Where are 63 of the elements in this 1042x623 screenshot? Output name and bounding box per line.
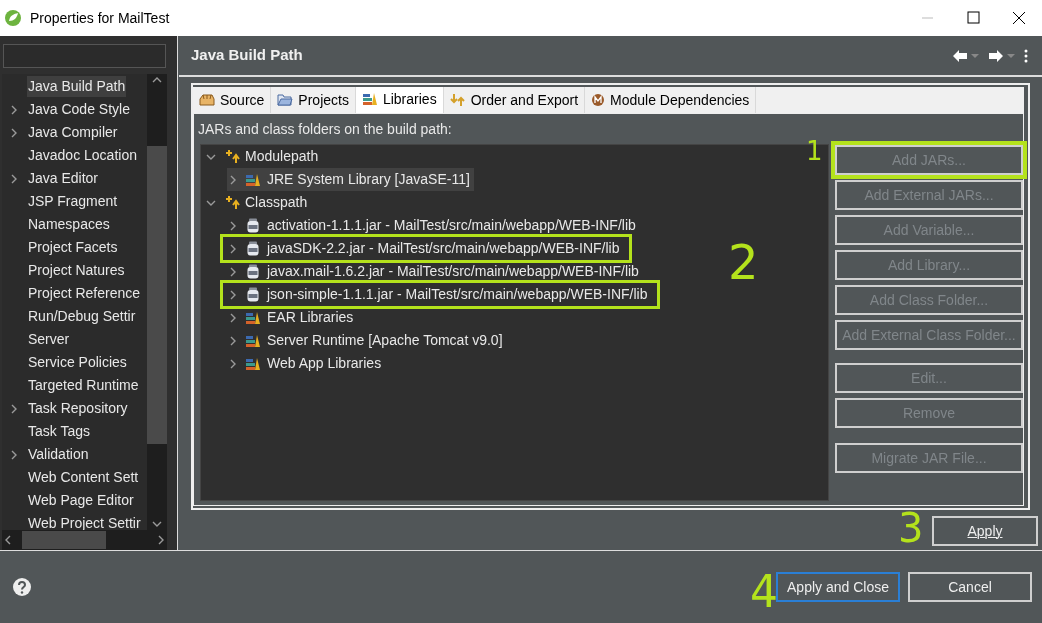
- annotation-number: 4: [750, 570, 778, 614]
- tree-item[interactable]: EAR Libraries: [227, 306, 358, 329]
- books-icon: [245, 356, 261, 371]
- page-title: Java Build Path: [191, 45, 303, 66]
- tree-item[interactable]: Web App Libraries: [227, 352, 386, 375]
- sidebar-item[interactable]: Java Editor: [2, 167, 147, 190]
- window-title: Properties for MailTest: [30, 8, 170, 28]
- sidebar-item[interactable]: Task Repository: [2, 397, 147, 420]
- more-options-icon[interactable]: [1022, 47, 1030, 64]
- back-arrow-icon[interactable]: [952, 48, 968, 63]
- jar-icon: [247, 241, 259, 256]
- sidebar-item[interactable]: Web Project Settir: [2, 512, 147, 530]
- section-caption: JARs and class folders on the build path:: [198, 119, 452, 139]
- books-icon: [245, 172, 261, 187]
- sidebar-item[interactable]: Namespaces: [2, 213, 147, 236]
- folder-icon: [277, 93, 294, 107]
- module-icon: [591, 93, 606, 107]
- sidebar-item[interactable]: Service Policies: [2, 351, 147, 374]
- tree-item[interactable]: javax.mail-1.6.2.jar - MailTest/src/main/webapp/WEB-INF/lib: [227, 260, 643, 283]
- sidebar-item[interactable]: Java Compiler: [2, 121, 147, 144]
- dialog-button[interactable]: Cancel: [908, 572, 1032, 602]
- sidebar-item[interactable]: Server: [2, 328, 147, 351]
- jar-icon: [247, 218, 259, 233]
- classpath-icon: [225, 149, 241, 164]
- sidebar-item[interactable]: Validation: [2, 443, 147, 466]
- annotation-number: 1: [806, 138, 823, 164]
- annotation-number: 3: [898, 508, 924, 548]
- books-icon: [361, 92, 378, 106]
- sidebar-item[interactable]: JSP Fragment: [2, 190, 147, 213]
- forward-arrow-icon[interactable]: [988, 48, 1004, 63]
- jar-icon: [247, 287, 259, 302]
- tree-item[interactable]: javaSDK-2.2.jar - MailTest/src/main/webapp/WEB-INF/lib: [223, 237, 630, 260]
- scrollbar-thumb[interactable]: [147, 146, 167, 444]
- tab[interactable]: Libraries: [355, 87, 444, 113]
- sidebar-item[interactable]: Web Content Sett: [2, 466, 147, 489]
- sidebar-item[interactable]: Java Code Style: [2, 98, 147, 121]
- dialog-button[interactable]: Apply and Close: [776, 572, 900, 602]
- sidebar-item[interactable]: Javadoc Location: [2, 144, 147, 167]
- scrollbar-thumb[interactable]: [22, 531, 106, 549]
- books-icon: [245, 310, 261, 325]
- sidebar-item[interactable]: Task Tags: [2, 420, 147, 443]
- tree-item[interactable]: JRE System Library [JavaSE-11]: [227, 168, 474, 191]
- filter-field[interactable]: [3, 44, 166, 68]
- tree-item[interactable]: Server Runtime [Apache Tomcat v9.0]: [227, 329, 507, 352]
- sidebar-item[interactable]: Run/Debug Settir: [2, 305, 147, 328]
- tree-item[interactable]: Classpath: [245, 192, 308, 213]
- annotation-number: 2: [728, 238, 759, 286]
- sidebar-item[interactable]: Project Facets: [2, 236, 147, 259]
- tree-item[interactable]: Modulepath: [245, 146, 319, 167]
- sidebar-item[interactable]: Targeted Runtime: [2, 374, 147, 397]
- books-icon: [245, 333, 261, 348]
- jar-icon: [247, 264, 259, 279]
- help-icon[interactable]: [12, 577, 32, 597]
- tree-item[interactable]: json-simple-1.1.1.jar - MailTest/src/main/webapp/WEB-INF/lib: [223, 283, 658, 306]
- apply-button[interactable]: Apply: [932, 516, 1038, 546]
- classpath-icon: [225, 195, 241, 210]
- leaf-logo-icon: [4, 9, 22, 27]
- sidebar-item[interactable]: Project Natures: [2, 259, 147, 282]
- tree-item[interactable]: activation-1.1.1.jar - MailTest/src/main/webapp/WEB-INF/lib: [227, 214, 640, 237]
- arrows-icon: [449, 93, 466, 107]
- sidebar-item[interactable]: Project Reference: [2, 282, 147, 305]
- sidebar-item[interactable]: Web Page Editor: [2, 489, 147, 512]
- package-icon: [199, 93, 215, 107]
